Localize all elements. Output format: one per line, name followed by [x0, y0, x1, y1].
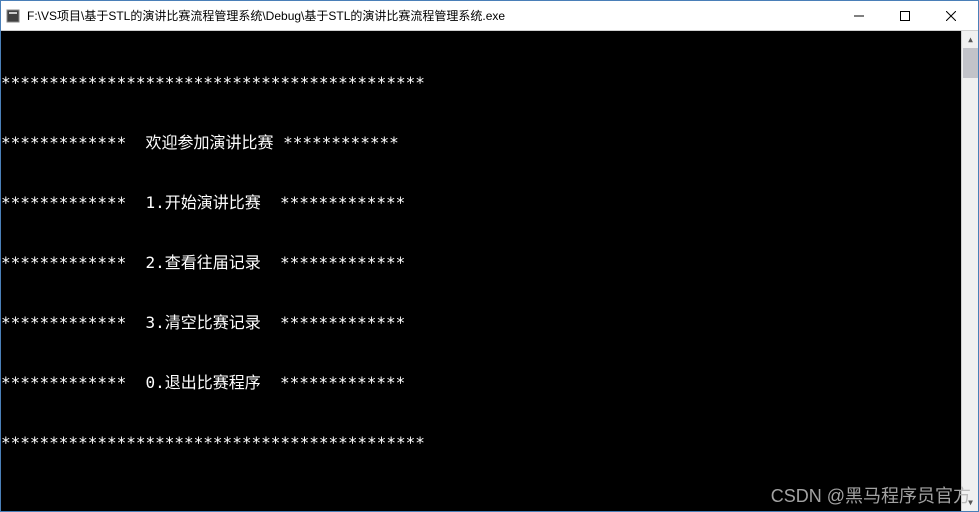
console-line: ************* 0.退出比赛程序 *************	[1, 373, 978, 393]
vertical-scrollbar[interactable]: ▲ ▼	[961, 31, 978, 511]
scroll-up-arrow-icon[interactable]: ▲	[962, 31, 978, 48]
console-line: ************* 1.开始演讲比赛 *************	[1, 193, 978, 213]
close-button[interactable]	[928, 1, 974, 31]
console-line: ****************************************…	[1, 73, 978, 93]
window-title: F:\VS项目\基于STL的演讲比赛流程管理系统\Debug\基于STL的演讲比…	[27, 7, 836, 24]
window-controls	[836, 1, 974, 30]
app-icon	[5, 8, 21, 24]
scroll-down-arrow-icon[interactable]: ▼	[962, 494, 978, 511]
console-line: ************* 3.清空比赛记录 *************	[1, 313, 978, 333]
console-output[interactable]: ****************************************…	[1, 31, 978, 511]
app-window: F:\VS项目\基于STL的演讲比赛流程管理系统\Debug\基于STL的演讲比…	[0, 0, 979, 512]
console-line: ************* 欢迎参加演讲比赛 ************	[1, 133, 978, 153]
console-line: ************* 2.查看往届记录 *************	[1, 253, 978, 273]
maximize-button[interactable]	[882, 1, 928, 31]
console-line: ****************************************…	[1, 433, 978, 453]
scroll-thumb[interactable]	[963, 48, 978, 78]
titlebar[interactable]: F:\VS项目\基于STL的演讲比赛流程管理系统\Debug\基于STL的演讲比…	[1, 1, 978, 31]
minimize-button[interactable]	[836, 1, 882, 31]
